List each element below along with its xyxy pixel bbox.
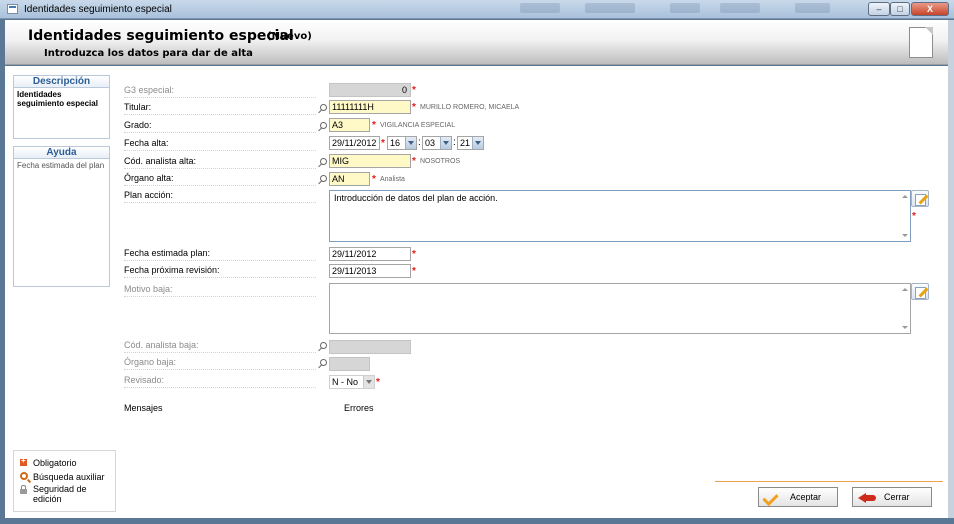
revisado-select[interactable]: N - No <box>329 375 375 389</box>
motivo-baja-label: Motivo baja: <box>124 284 316 297</box>
close-window-button[interactable]: X <box>911 2 949 16</box>
motivo-baja-edit-button[interactable] <box>911 283 929 300</box>
messages-label: Mensajes <box>124 403 163 413</box>
titular-input[interactable]: 11111111H <box>329 100 411 114</box>
chevron-down-icon[interactable] <box>472 137 483 149</box>
required-marker: * <box>412 85 416 96</box>
organo-alta-input[interactable]: AN <box>329 172 370 186</box>
titular-label: Titular: <box>124 102 316 115</box>
required-icon <box>20 456 27 466</box>
checkmark-icon <box>764 490 784 504</box>
required-marker: * <box>412 156 416 167</box>
chevron-down-icon[interactable] <box>405 137 416 149</box>
fecha-alta-date-input[interactable]: 29/11/2012 <box>329 136 380 150</box>
textarea-scrollbar[interactable] <box>899 284 910 333</box>
background-toolbar-item <box>520 3 560 13</box>
chevron-down-icon[interactable] <box>363 376 374 388</box>
document-icon <box>909 27 933 58</box>
required-marker: * <box>372 120 376 131</box>
window-bottom-border <box>0 518 954 524</box>
fecha-alta-hour-spinner[interactable]: 16 <box>387 136 417 150</box>
minimize-button[interactable]: – <box>868 2 890 16</box>
required-marker: * <box>412 249 416 260</box>
fecha-alta-second-spinner[interactable]: 21 <box>457 136 484 150</box>
maximize-button[interactable]: □ <box>890 2 910 16</box>
analista-baja-label: Cód. analista baja: <box>124 340 316 353</box>
fecha-revision-input[interactable]: 29/11/2013 <box>329 264 411 278</box>
back-arrow-icon <box>858 490 878 504</box>
page-subtitle: Introduzca los datos para dar de alta <box>44 48 253 59</box>
background-toolbar-item <box>720 3 760 13</box>
analista-alta-label: Cód. analista alta: <box>124 156 316 169</box>
title-bar: Identidades seguimiento especial – □ X <box>0 0 954 19</box>
fecha-alta-minute-spinner[interactable]: 03 <box>422 136 452 150</box>
help-panel: Ayuda Fecha estimada del plan <box>13 146 110 287</box>
help-text: Fecha estimada del plan <box>17 161 105 170</box>
window-icon <box>7 4 18 14</box>
analista-alta-description: NOSOTROS <box>420 158 461 165</box>
revisado-label: Revisado: <box>124 375 316 388</box>
chevron-down-icon[interactable] <box>440 137 451 149</box>
description-title: Descripción <box>14 76 109 88</box>
legend-box: Obligatorio Búsqueda auxiliar Seguridad … <box>13 450 116 512</box>
plan-accion-label: Plan acción: <box>124 190 316 203</box>
required-marker: * <box>412 266 416 277</box>
fecha-plan-input[interactable]: 29/11/2012 <box>329 247 411 261</box>
description-text: Identidades seguimiento especial <box>17 90 98 108</box>
titular-search-icon[interactable] <box>318 104 327 113</box>
form-header: Identidades seguimiento especial (Nuevo)… <box>5 20 948 65</box>
help-title: Ayuda <box>14 147 109 159</box>
g3-label: G3 especial: <box>124 85 316 98</box>
required-marker: * <box>381 138 385 149</box>
analista-baja-input <box>329 340 411 354</box>
analista-alta-search-icon[interactable] <box>318 158 327 167</box>
fecha-plan-label: Fecha estimada plan: <box>124 248 316 261</box>
required-marker: * <box>376 377 380 388</box>
background-toolbar-item <box>670 3 700 13</box>
analista-baja-search-icon[interactable] <box>318 342 327 351</box>
required-marker: * <box>912 211 916 222</box>
background-toolbar-item <box>795 3 830 13</box>
grado-search-icon[interactable] <box>318 122 327 131</box>
page-title: Identidades seguimiento especial <box>28 28 294 44</box>
titular-description: MURILLO ROMERO, MICAELA <box>420 104 520 111</box>
required-marker: * <box>372 174 376 185</box>
fecha-revision-label: Fecha próxima revisión: <box>124 265 316 278</box>
plan-accion-edit-button[interactable] <box>911 190 929 207</box>
motivo-baja-textarea[interactable] <box>329 283 911 334</box>
organo-alta-search-icon[interactable] <box>318 175 327 184</box>
legend-aux-search: Búsqueda auxiliar <box>20 472 105 482</box>
grado-input[interactable]: A3 <box>329 118 370 132</box>
form-content: Descripción Identidades seguimiento espe… <box>5 66 948 518</box>
organo-alta-label: Órgano alta: <box>124 173 316 186</box>
organo-baja-input <box>329 357 370 371</box>
fecha-alta-label: Fecha alta: <box>124 138 316 151</box>
description-panel: Descripción Identidades seguimiento espe… <box>13 75 110 139</box>
grado-label: Grado: <box>124 120 316 133</box>
analista-alta-input[interactable]: MIG <box>329 154 411 168</box>
plan-accion-textarea[interactable]: Introducción de datos del plan de acción… <box>329 190 911 242</box>
accept-button[interactable]: Aceptar <box>758 487 838 507</box>
legend-required: Obligatorio <box>20 456 77 468</box>
grado-description: VIGILANCIA ESPECIAL <box>380 122 456 129</box>
search-icon <box>20 472 28 480</box>
g3-input: 0 <box>329 83 411 97</box>
window-scrollbar[interactable] <box>948 20 954 518</box>
organo-baja-label: Órgano baja: <box>124 357 316 370</box>
errors-label: Errores <box>344 403 374 413</box>
legend-edit-security: Seguridad de edición <box>20 484 103 504</box>
close-button[interactable]: Cerrar <box>852 487 932 507</box>
background-toolbar-item <box>585 3 635 13</box>
form-state-label: (Nuevo) <box>267 31 312 42</box>
footer-divider <box>715 481 943 482</box>
required-marker: * <box>412 102 416 113</box>
window-title: Identidades seguimiento especial <box>24 4 172 15</box>
organo-baja-search-icon[interactable] <box>318 359 327 368</box>
textarea-scrollbar[interactable] <box>899 191 910 241</box>
organo-alta-description: Analista <box>380 176 405 183</box>
lock-icon <box>20 485 27 494</box>
